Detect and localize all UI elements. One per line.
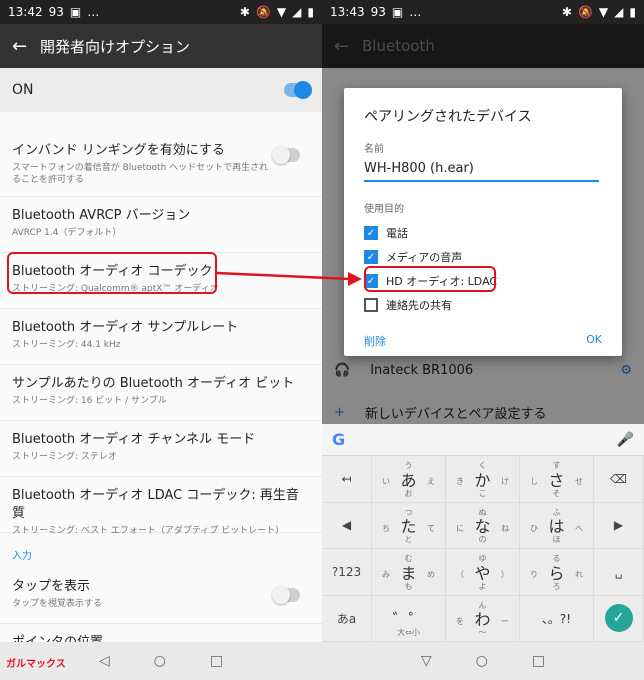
annotation-arrow xyxy=(216,271,362,286)
